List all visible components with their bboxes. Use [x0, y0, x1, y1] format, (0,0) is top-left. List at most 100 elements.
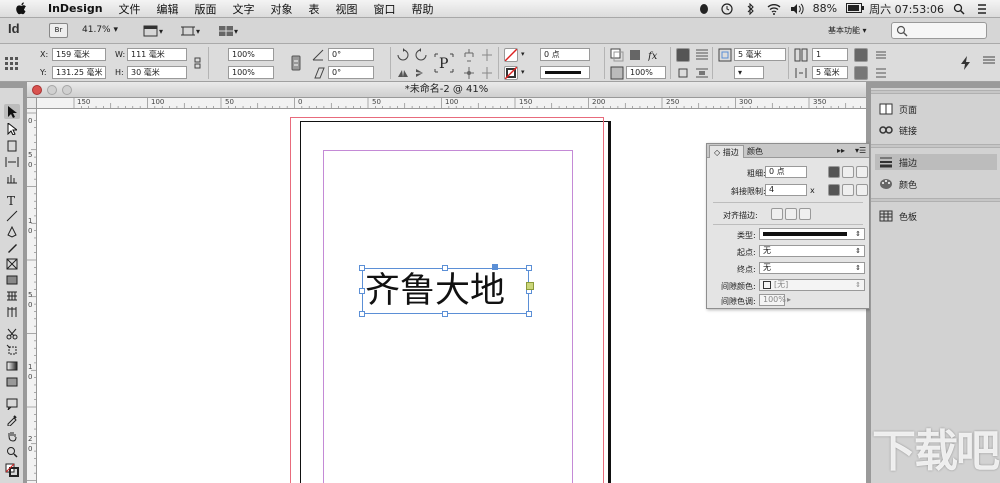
y-position-field[interactable]: 131.25 毫米 — [52, 66, 106, 79]
notification-center-icon[interactable] — [976, 3, 990, 15]
zoom-window-button[interactable] — [62, 85, 72, 95]
menu-file[interactable]: 文件 — [111, 1, 149, 17]
join-miter-button[interactable] — [828, 184, 840, 196]
select-next-object-icon[interactable] — [480, 66, 494, 80]
fill-stroke-swatches[interactable] — [4, 462, 20, 477]
gap-tint-arrow[interactable]: ▸ — [787, 295, 791, 304]
menu-window[interactable]: 窗口 — [366, 1, 404, 17]
menu-app-name[interactable]: InDesign — [40, 2, 111, 15]
gutter-field[interactable]: 5 毫米 — [812, 66, 848, 79]
dock-item-links[interactable]: 链接 — [875, 122, 997, 138]
rotate-cw-icon[interactable] — [396, 48, 410, 62]
text-wrap-shape-icon[interactable] — [676, 66, 690, 80]
align-stroke-inside-button[interactable] — [785, 208, 797, 220]
dock-item-color[interactable]: 颜色 — [875, 176, 997, 192]
text-wrap-bounding-box-icon[interactable] — [695, 48, 709, 62]
weight-field[interactable]: 0 点 — [765, 166, 807, 178]
reference-point-icon[interactable] — [4, 56, 18, 70]
menu-help[interactable]: 帮助 — [404, 1, 442, 17]
gradient-swatch-tool[interactable] — [4, 358, 20, 373]
close-window-button[interactable] — [32, 85, 42, 95]
width-field[interactable]: 111 毫米 — [127, 48, 187, 61]
scissors-tool[interactable] — [4, 326, 20, 341]
frame-handle-middle-left[interactable] — [359, 288, 365, 294]
stroke-type-dropdown[interactable] — [540, 66, 590, 79]
battery-percent[interactable]: 88% — [813, 2, 837, 15]
collapse-panel-icon[interactable]: ▸▸ — [837, 146, 845, 155]
dock-item-swatches[interactable]: 色板 — [875, 208, 997, 224]
vertical-grid-tool[interactable] — [4, 304, 20, 319]
line-tool[interactable] — [4, 208, 20, 223]
opacity-field[interactable]: 100% — [626, 66, 666, 79]
select-container-icon[interactable] — [462, 48, 476, 62]
rotation-field[interactable]: 0° — [328, 48, 374, 61]
hand-tool[interactable] — [4, 428, 20, 443]
flip-vertical-icon[interactable] — [414, 66, 428, 80]
align-stroke-center-button[interactable] — [771, 208, 783, 220]
free-transform-tool[interactable] — [4, 342, 20, 357]
text-frame[interactable]: 齐鲁大地 — [362, 268, 529, 314]
ruler-origin[interactable] — [27, 98, 37, 109]
arrange-documents-dropdown[interactable]: ▾ — [218, 24, 238, 38]
minimize-window-button[interactable] — [47, 85, 57, 95]
fill-swatch[interactable] — [504, 48, 518, 62]
join-round-button[interactable] — [842, 184, 854, 196]
frame-handle-bottom-right[interactable] — [526, 311, 532, 317]
direct-selection-tool[interactable] — [4, 121, 20, 136]
timemachine-icon[interactable] — [721, 2, 735, 15]
frame-handle-top-center[interactable] — [442, 265, 448, 271]
dock-item-pages[interactable]: 页面 — [875, 101, 997, 117]
align-stroke-outside-button[interactable] — [799, 208, 811, 220]
drop-shadow-icon[interactable] — [610, 48, 624, 62]
tab-color[interactable]: 颜色 — [743, 145, 767, 158]
select-content-icon[interactable] — [480, 48, 494, 62]
document-title-bar[interactable]: *未命名-2 @ 41% — [27, 82, 866, 98]
frame-handle-bottom-center[interactable] — [442, 311, 448, 317]
frame-handle-top-left[interactable] — [359, 265, 365, 271]
rotate-ccw-icon[interactable] — [414, 48, 428, 62]
inset-field[interactable]: 5 毫米 — [734, 48, 786, 61]
miter-limit-field[interactable]: 4 — [765, 184, 807, 196]
text-frame-content[interactable]: 齐鲁大地 — [365, 271, 505, 311]
menu-view[interactable]: 视图 — [328, 1, 366, 17]
flip-horizontal-icon[interactable] — [396, 66, 410, 80]
text-wrap-none-button[interactable] — [676, 48, 690, 62]
align-top-button[interactable] — [854, 48, 868, 62]
constrain-scale-icon[interactable] — [291, 55, 305, 71]
note-tool[interactable] — [4, 396, 20, 411]
menu-table[interactable]: 表 — [301, 1, 328, 17]
rectangle-frame-tool[interactable] — [4, 256, 20, 271]
bluetooth-icon[interactable] — [744, 2, 758, 15]
rectangle-tool[interactable] — [4, 272, 20, 287]
selection-tool[interactable] — [4, 104, 20, 119]
quick-apply-lightning-icon[interactable] — [960, 56, 974, 70]
out-port-handle[interactable] — [526, 282, 534, 290]
panel-menu-icon[interactable]: ▾☰ — [855, 146, 866, 155]
select-previous-object-icon[interactable] — [462, 66, 476, 80]
zoom-tool[interactable] — [4, 444, 20, 459]
fill-dropdown-arrow[interactable]: ▾ — [521, 50, 525, 58]
scale-y-field[interactable]: 100% — [228, 66, 274, 79]
page-tool[interactable] — [4, 138, 20, 153]
stroke-weight-field[interactable]: 0 点 — [540, 48, 590, 61]
qq-icon[interactable] — [698, 3, 712, 15]
dock-grip[interactable] — [871, 90, 1000, 94]
type-tool[interactable]: T — [4, 192, 20, 207]
text-wrap-jump-icon[interactable] — [695, 66, 709, 80]
cap-round-button[interactable] — [842, 166, 854, 178]
gap-color-select[interactable]: [无] ⇕ — [759, 279, 865, 291]
stroke-swatch[interactable] — [504, 66, 518, 80]
scale-x-field[interactable]: 100% — [228, 48, 274, 61]
horizontal-ruler[interactable]: 150 100 50 0 50 100 150 200 250 300 350 — [37, 98, 866, 109]
cap-butt-button[interactable] — [828, 166, 840, 178]
height-field[interactable]: 30 毫米 — [127, 66, 187, 79]
end-select[interactable]: 无 ⇕ — [759, 262, 865, 274]
pencil-tool[interactable] — [4, 240, 20, 255]
columns-field[interactable]: 1 — [812, 48, 848, 61]
battery-icon[interactable] — [846, 2, 865, 15]
volume-icon[interactable] — [790, 3, 804, 15]
align-center-icon[interactable] — [874, 48, 888, 62]
apple-icon[interactable] — [14, 2, 28, 16]
zoom-level-dropdown[interactable]: 41.7% ▾ — [82, 25, 118, 35]
start-select[interactable]: 无 ⇕ — [759, 245, 865, 257]
